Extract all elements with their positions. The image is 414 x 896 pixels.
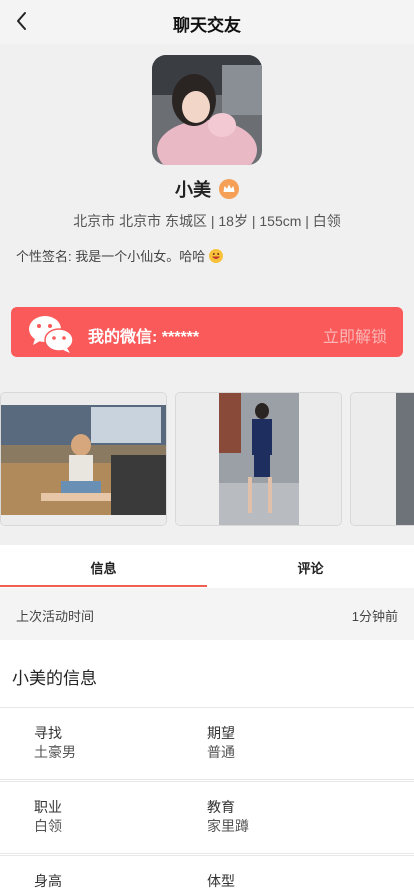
- info-cell: 身高: [34, 872, 62, 891]
- last-activity-value: 1分钟前: [351, 609, 398, 624]
- info-cell: 职业 白领: [34, 798, 62, 836]
- photo-image: [176, 393, 341, 525]
- info-cell: 期望 普通: [207, 724, 235, 762]
- info-key: 期望: [207, 725, 235, 741]
- info-cell: 体型: [207, 872, 235, 891]
- signature-text: 个性签名: 我是一个小仙女。哈哈: [16, 249, 206, 264]
- info-key: 身高: [34, 873, 62, 889]
- wechat-banner[interactable]: 我的微信: ****** 立即解锁: [11, 307, 403, 357]
- last-activity-row: 上次活动时间 1分钟前: [0, 588, 414, 640]
- active-tab-indicator: [0, 585, 207, 587]
- photo-thumbnail[interactable]: [350, 392, 414, 526]
- info-key: 职业: [34, 799, 62, 815]
- photo-thumbnail[interactable]: [0, 392, 167, 526]
- last-activity-label: 上次活动时间: [16, 609, 95, 624]
- info-key: 寻找: [34, 725, 62, 741]
- nav-bar: 聊天交友: [0, 0, 414, 44]
- tab-comments[interactable]: 评论: [207, 558, 414, 577]
- info-cell: 寻找 土豪男: [34, 724, 76, 762]
- signature: 个性签名: 我是一个小仙女。哈哈: [16, 246, 223, 265]
- info-key: 体型: [207, 873, 235, 889]
- photo-thumbnail[interactable]: [175, 392, 342, 526]
- wechat-icon: [29, 316, 74, 353]
- avatar-photo: [152, 55, 262, 165]
- info-section: 小美的信息 寻找 土豪男 期望 普通 职业 白领 教育 家里蹲 身高 体型: [0, 640, 414, 896]
- photo-image: [351, 393, 414, 525]
- info-row: 身高 体型: [0, 855, 414, 896]
- info-value: 家里蹲: [207, 818, 249, 834]
- photo-image: [1, 393, 166, 525]
- info-value: 白领: [34, 818, 62, 834]
- page-title: 聊天交友: [173, 16, 241, 35]
- name-row: 小美: [0, 176, 414, 202]
- info-heading: 小美的信息: [12, 669, 97, 688]
- info-key: 教育: [207, 799, 235, 815]
- info-value: 土豪男: [34, 744, 76, 760]
- info-row: 职业 白领 教育 家里蹲: [0, 781, 414, 854]
- info-cell: 教育 家里蹲: [207, 798, 249, 836]
- tab-info[interactable]: 信息: [0, 558, 207, 577]
- avatar[interactable]: [152, 55, 262, 165]
- info-value: 普通: [207, 744, 235, 760]
- tab-bar: 信息 评论: [0, 545, 414, 588]
- wechat-label: 我的微信: ******: [88, 329, 200, 346]
- crown-icon: [219, 179, 239, 199]
- info-row: 寻找 土豪男 期望 普通: [0, 707, 414, 780]
- profile-meta: 北京市 北京市 东城区 | 18岁 | 155cm | 白领: [73, 213, 341, 229]
- grin-emoji-icon: [208, 249, 223, 263]
- unlock-button[interactable]: 立即解锁: [323, 323, 387, 347]
- profile-name: 小美: [175, 180, 211, 200]
